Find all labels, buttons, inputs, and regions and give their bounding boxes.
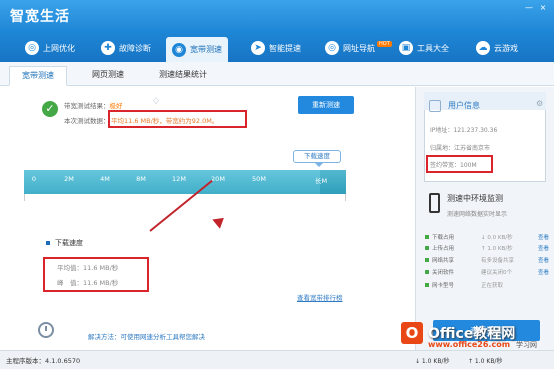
status-dot (425, 235, 429, 239)
nav-label: 云游戏 (494, 43, 518, 53)
nav-network-optimization[interactable]: ◎ 上网优化 (25, 37, 75, 59)
nav-label: 网址导航 (343, 43, 375, 53)
nav-toolbox[interactable]: ▣ 工具大全 (399, 37, 449, 59)
monitor-row: 网络共享 有多设备共享 查看 (425, 256, 549, 266)
gauge-tick: 50M (252, 175, 266, 183)
main-navigation: ◎ 上网优化 ✚ 故障诊断 ◉ 宽带测速 ➤ 智能提速 ◎ 网址导航 HOT ▣… (0, 32, 554, 62)
tab-broadband-test[interactable]: 宽带测速 (9, 66, 67, 86)
bandwidth-result-line: 带宽测试结果：极好 (64, 100, 123, 110)
hot-badge: HOT (377, 41, 392, 47)
status-dot (425, 283, 429, 287)
watermark-corner: 学习网 (516, 341, 537, 349)
retest-button[interactable]: 重新测速 (298, 96, 354, 114)
success-check-icon: ✓ (42, 101, 58, 117)
user-info-header (424, 92, 546, 110)
tab-webpage-test[interactable]: 网页测速 (80, 66, 136, 86)
cloud-game-icon: ☁ (476, 41, 490, 55)
user-info-title: 用户信息 (448, 101, 480, 110)
monitor-row: 网卡型号 正在获取 (425, 281, 549, 291)
watermark-site: www.office26.com (428, 340, 511, 349)
settings-icon[interactable]: ⚙ (536, 99, 543, 108)
nav-speed-boost[interactable]: ➤ 智能提速 (251, 37, 301, 59)
monitor-value: 正在获取 (481, 283, 504, 289)
speed-test-tabs: 宽带测速 网页测速 测速结果统计 (0, 62, 554, 86)
nav-label: 工具大全 (417, 43, 449, 53)
nav-label: 宽带测速 (190, 45, 222, 54)
monitor-value: ↓ 0.0 KB/秒 (481, 235, 513, 241)
monitor-label: 上传占用 (432, 246, 455, 252)
tab-test-statistics[interactable]: 测速结果统计 (147, 66, 219, 86)
speed-test-icon: ◉ (172, 42, 186, 57)
gauge-tick: 12M (172, 175, 186, 183)
boost-icon: ➤ (251, 41, 265, 55)
program-version: 主程序版本：4.1.0.6570 (6, 357, 81, 365)
download-legend-marker (46, 241, 50, 245)
bandwidth-ranking-link[interactable]: 查看宽带排行榜 (297, 292, 343, 302)
monitor-value: ↑ 1.0 KB/秒 (481, 246, 513, 252)
monitor-view-link[interactable]: 查看 (538, 244, 549, 252)
nav-label: 智能提速 (269, 43, 301, 53)
download-speed-bubble: 下载速度 (293, 150, 341, 167)
download-stats-highlight (43, 257, 149, 292)
gauge-tick: 0 (31, 175, 37, 183)
environment-monitor-title: 测速中环境监测 (447, 194, 503, 203)
nav-label: 故障诊断 (119, 43, 151, 53)
gauge-tick: 4M (100, 175, 110, 183)
nav-cloud-game[interactable]: ☁ 云游戏 (476, 37, 518, 59)
ip-address: IP地址：121.237.30.36 (430, 127, 498, 134)
status-dot (425, 270, 429, 274)
office-logo-icon: O (401, 322, 423, 344)
monitor-row: 关闭软件 建议关闭0个 查看 (425, 268, 549, 278)
bandwidth-grade: 极好 (109, 102, 123, 110)
test-data-label: 本次测试数据： (64, 117, 110, 125)
download-speed-title: 下载速度 (55, 239, 83, 247)
navigation-icon: ◎ (325, 41, 339, 55)
speed-gauge: 0 2M 4M 8M 12M 20M 50M 长M (24, 170, 346, 194)
status-download-speed: ↓ 1.0 KB/秒 (415, 358, 450, 365)
gauge-tick: 2M (64, 175, 74, 183)
gauge-tick: 长M (314, 177, 328, 185)
bandwidth-result-label: 带宽测试结果： (64, 102, 110, 110)
monitor-view-link[interactable]: 查看 (538, 256, 549, 264)
title-bar: 智宽生活 — × (0, 0, 554, 32)
solution-text[interactable]: 解决方法：可使用网速分析工具帮您解决 (88, 331, 205, 341)
rocket-icon: ♢ (152, 97, 161, 107)
environment-monitor-description: 测速网络数据实时显示 (447, 211, 508, 218)
globe-icon: ◎ (25, 41, 39, 55)
broadband-app-window: 智宽生活 — × ◎ 上网优化 ✚ 故障诊断 ◉ 宽带测速 ➤ 智能提速 ◎ 网… (0, 0, 554, 369)
monitor-value: 有多设备共享 (481, 258, 515, 264)
nav-speed-test[interactable]: ◉ 宽带测速 (166, 37, 228, 62)
nav-diagnosis[interactable]: ✚ 故障诊断 (101, 37, 151, 59)
diagnosis-icon: ✚ (101, 41, 115, 55)
window-controls: — × (524, 3, 548, 13)
app-title: 智宽生活 (10, 9, 70, 25)
mobile-monitor-icon (429, 193, 440, 213)
monitor-label: 网络共享 (432, 258, 455, 264)
status-upload-speed: ↑ 1.0 KB/秒 (468, 358, 503, 365)
bandwidth-highlight (426, 155, 493, 173)
location: 归属地：江苏省南京市 (430, 145, 491, 152)
minimize-button[interactable]: — (524, 3, 534, 13)
close-button[interactable]: × (538, 3, 548, 13)
gauge-tick: 8M (136, 175, 146, 183)
monitor-label: 关闭软件 (432, 270, 455, 276)
monitor-view-link[interactable]: 查看 (538, 233, 549, 241)
measured-speed-highlight (108, 110, 247, 128)
tools-icon: ▣ (399, 41, 413, 55)
monitor-label: 网卡型号 (432, 283, 455, 289)
monitor-value: 建议关闭0个 (481, 270, 512, 276)
nav-label: 上网优化 (43, 43, 75, 53)
clock-icon (38, 322, 54, 338)
monitor-row: 下载占用 ↓ 0.0 KB/秒 查看 (425, 233, 549, 243)
monitor-view-link[interactable]: 查看 (538, 268, 549, 276)
nav-web-navigation[interactable]: ◎ 网址导航 HOT (325, 37, 392, 59)
status-dot (425, 246, 429, 250)
status-dot (425, 258, 429, 262)
monitor-label: 下载占用 (432, 235, 455, 241)
monitor-row: 上传占用 ↑ 1.0 KB/秒 查看 (425, 244, 549, 254)
user-card-icon (429, 100, 441, 112)
